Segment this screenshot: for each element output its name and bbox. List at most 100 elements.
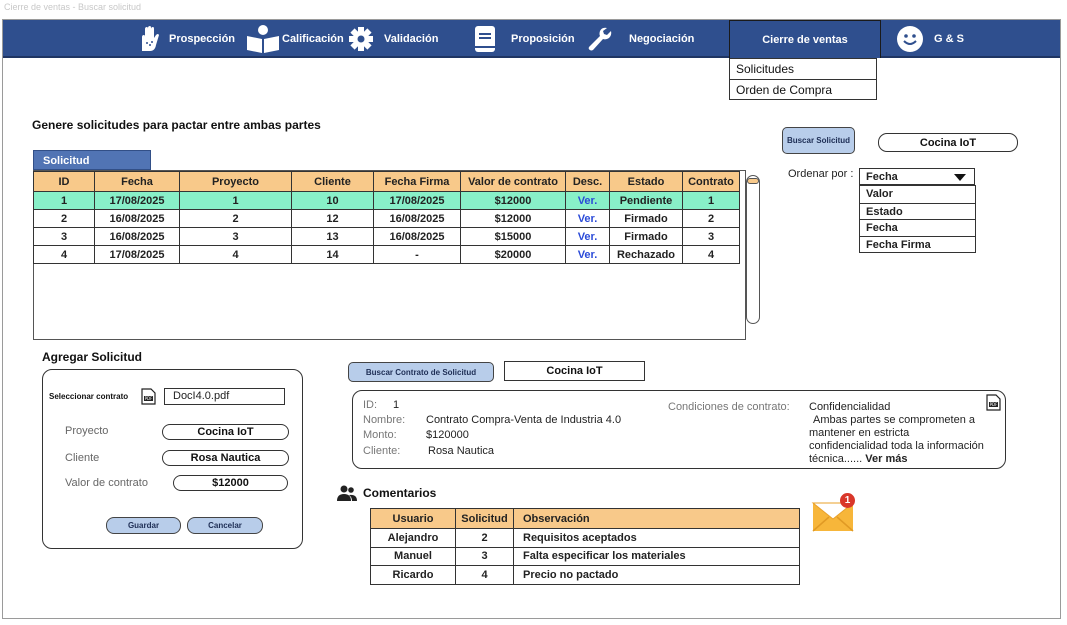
smiley-icon [897,26,923,52]
column-header[interactable]: Usuario [370,508,456,529]
search-input[interactable]: Cocina IoT [878,133,1018,152]
table-row[interactable]: Alejandro 2 Requisitos aceptados [370,528,800,548]
column-header[interactable]: Estado [609,171,683,192]
contract-client-value: Rosa Nautica [428,445,495,457]
reader-icon [247,25,279,53]
buscar-contrato-button[interactable]: Buscar Contrato de Solicitud [348,362,494,382]
cliente-field[interactable]: Rosa Nautica [162,450,289,466]
conditions-line: mantener en estricta [809,427,910,439]
column-header[interactable]: Desc. [565,171,610,192]
tab-solicitud[interactable]: Solicitud [33,150,151,170]
proyecto-label: Proyecto [65,425,109,437]
cell-observacion: Falta especificar los materiales [513,546,800,566]
cancelar-button[interactable]: Cancelar [187,517,263,534]
cell-usuario: Ricardo [370,565,456,585]
scrollbar-thumb[interactable] [747,178,759,184]
contract-search-input[interactable]: Cocina IoT [504,361,645,381]
comments-table: Usuario Solicitud Observación Alejandro … [370,508,800,585]
cell-fecha: 17/08/2025 [94,191,180,210]
column-header[interactable]: Contrato [682,171,740,192]
file-name-field[interactable]: DocI4.0.pdf [164,388,285,405]
nav-proposicion[interactable]: Proposición [473,20,575,58]
users-icon [337,485,357,501]
column-header[interactable]: Proyecto [179,171,292,192]
table-row[interactable]: 3 16/08/2025 3 13 16/08/2025 $15000 Ver.… [33,227,740,246]
nav-cierre-de-ventas[interactable]: Cierre de ventas [729,20,881,58]
cell-solicitud: 4 [455,565,514,585]
cell-id: 3 [33,227,95,246]
ver-mas-link[interactable]: Ver más [865,453,907,465]
order-options: Valor Estado Fecha Fecha Firma [859,185,976,253]
cell-usuario: Alejandro [370,528,456,548]
column-header[interactable]: Observación [513,508,800,529]
cell-cliente: 10 [291,191,374,210]
nav-prospeccion[interactable]: Prospección [135,20,235,58]
column-header[interactable]: ID [33,171,95,192]
cell-valor: $20000 [460,245,566,264]
contract-name-value: Contrato Compra-Venta de Industria 4.0 [426,414,622,426]
conditions-line: confidencialidad toda la información [809,440,984,452]
nav-label: Proposición [511,33,575,45]
conditions-text: técnica...... [809,453,863,465]
submenu-item-orden-de-compra[interactable]: Orden de Compra [730,79,876,99]
buscar-solicitud-button[interactable]: Buscar Solicitud [782,127,855,154]
cell-cliente: 13 [291,227,374,246]
nav-calificacion[interactable]: Calificación [246,20,344,58]
valor-field[interactable]: $12000 [173,475,288,491]
conditions-title: Confidencialidad [809,401,891,413]
submenu-item-solicitudes[interactable]: Solicitudes [730,59,876,79]
cell-fecha-firma: 17/08/2025 [373,191,461,210]
guardar-button[interactable]: Guardar [106,517,181,534]
conditions-label: Condiciones de contrato: [668,401,790,413]
table-row[interactable]: 1 17/08/2025 1 10 17/08/2025 $12000 Ver.… [33,191,740,210]
ver-link[interactable]: Ver. [565,227,610,246]
nav-negociacion[interactable]: Negociación [587,20,694,58]
ver-link[interactable]: Ver. [565,209,610,228]
pdf-icon[interactable]: PDF [986,394,1001,411]
order-option-valor[interactable]: Valor [860,186,975,203]
cell-valor: $12000 [460,191,566,210]
cell-solicitud: 2 [455,528,514,548]
column-header[interactable]: Cliente [291,171,374,192]
table-row[interactable]: Ricardo 4 Precio no pactado [370,565,800,585]
window-title: Cierre de ventas - Buscar solicitud [4,2,142,12]
column-header[interactable]: Fecha [94,171,180,192]
cell-cliente: 12 [291,209,374,228]
order-option-estado[interactable]: Estado [860,202,975,220]
cell-observacion: Requisitos aceptados [513,528,800,548]
table-row[interactable]: Manuel 3 Falta especificar los materiale… [370,546,800,566]
order-selected-value: Fecha [866,171,898,183]
conditions-line-last: técnica...... Ver más [809,453,907,465]
book-icon [475,26,495,52]
cell-id: 2 [33,209,95,228]
cell-fecha-firma: - [373,245,461,264]
gear-icon [349,27,373,51]
solicitudes-table: ID Fecha Proyecto Cliente Fecha Firma Va… [33,171,740,264]
user-menu[interactable]: G & S [896,20,964,58]
cell-fecha: 16/08/2025 [94,227,180,246]
table-row[interactable]: 4 17/08/2025 4 14 - $20000 Ver. Rechazad… [33,245,740,264]
order-select[interactable]: Fecha [859,168,975,185]
cell-proyecto: 2 [179,209,292,228]
contract-id-value: 1 [393,399,400,411]
mail-notification[interactable]: 1 [811,493,859,535]
proyecto-field[interactable]: Cocina IoT [162,424,289,440]
nav-validacion[interactable]: Validación [348,20,438,58]
order-option-fecha[interactable]: Fecha [860,219,975,236]
column-header[interactable]: Solicitud [455,508,514,529]
cell-contrato: 4 [682,245,740,264]
chevron-down-icon [954,174,966,181]
ver-link[interactable]: Ver. [565,245,610,264]
wrench-icon [588,27,612,51]
table-row[interactable]: 2 16/08/2025 2 12 16/08/2025 $12000 Ver.… [33,209,740,228]
add-form-heading: Agregar Solicitud [42,350,143,364]
column-header[interactable]: Fecha Firma [373,171,461,192]
contract-client-label: Cliente: [363,445,401,457]
hand-icon [142,26,159,51]
table-scrollbar[interactable] [746,175,760,324]
column-header[interactable]: Valor de contrato [460,171,566,192]
comments-heading: Comentarios [363,486,437,500]
ver-link[interactable]: Ver. [565,191,610,210]
contract-amount-value: $120000 [426,429,469,441]
order-option-fecha-firma[interactable]: Fecha Firma [860,235,975,253]
